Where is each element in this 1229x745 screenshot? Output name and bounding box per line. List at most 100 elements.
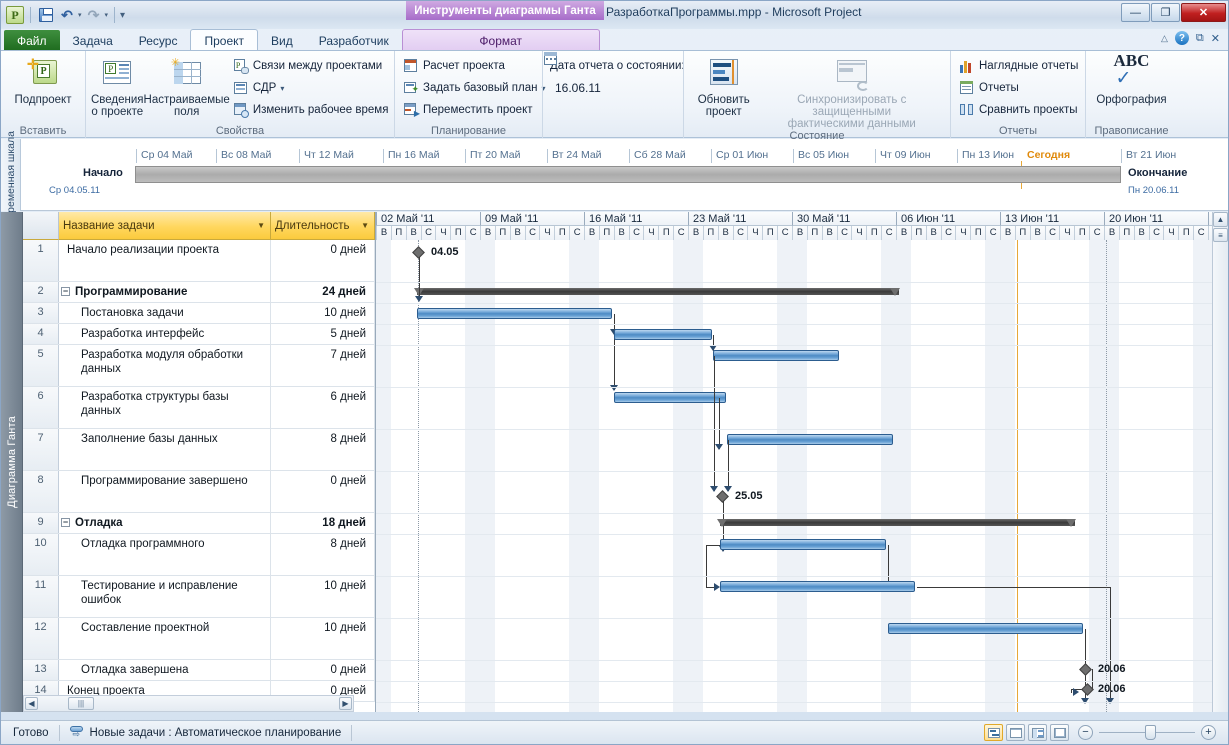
table-row[interactable]: 6 Разработка структуры базы данных 6 дне… <box>23 387 375 429</box>
gantt-chart[interactable]: 02 Май '11 09 Май '11 16 Май '11 23 Май … <box>376 212 1228 712</box>
collapse-ribbon-icon[interactable]: △ <box>1161 33 1168 44</box>
scroll-left-button[interactable]: ◀ <box>25 697 38 710</box>
close-button[interactable]: ✕ <box>1181 3 1226 22</box>
tab-project[interactable]: Проект <box>190 29 259 51</box>
row-task-name[interactable]: Разработка интерфейс <box>59 324 271 344</box>
row-task-name[interactable]: Составление проектной <box>59 618 271 659</box>
task-bar[interactable] <box>727 434 893 445</box>
row-duration[interactable]: 0 дней <box>271 471 375 512</box>
row-task-name[interactable]: − Программирование <box>59 282 271 302</box>
maximize-button[interactable]: ❐ <box>1151 3 1180 22</box>
table-row[interactable]: 4 Разработка интерфейс 5 дней <box>23 324 375 345</box>
minimize-button[interactable]: — <box>1121 3 1150 22</box>
row-task-name[interactable]: Отладка программного <box>59 534 271 575</box>
row-task-name[interactable]: Заполнение базы данных <box>59 429 271 470</box>
task-table[interactable]: Название задачи ▼ Длительность ▼ 1 Начал… <box>23 212 376 712</box>
calculate-project-button[interactable]: Расчет проекта <box>400 55 548 77</box>
quick-access-toolbar[interactable]: P ↶ ▾ ↷ ▾ ▾ <box>1 4 125 26</box>
scroll-thumb[interactable]: ||| <box>68 697 94 710</box>
undo-icon[interactable]: ↶ <box>58 6 76 24</box>
row-task-name[interactable]: Постановка задачи <box>59 303 271 323</box>
table-row[interactable]: 2 − Программирование 24 дней <box>23 282 375 303</box>
gantt-canvas[interactable]: 04.05 25.05 20.06 20.06 <box>376 240 1228 712</box>
scroll-up-button[interactable]: ▲ <box>1213 212 1228 227</box>
wbs-button[interactable]: СДР ▾ <box>230 77 392 99</box>
row-task-name[interactable]: Тестирование и исправление ошибок <box>59 576 271 617</box>
outline-collapse-icon[interactable]: − <box>61 518 70 527</box>
table-horizontal-scrollbar[interactable]: ◀ ||| ▶ <box>23 695 354 712</box>
view-side-label[interactable]: Диаграмма Ганта <box>1 212 23 712</box>
scroll-right-button[interactable]: ▶ <box>339 697 352 710</box>
column-filter-icon[interactable]: ▼ <box>257 221 265 230</box>
zoom-out-button[interactable]: − <box>1078 725 1093 740</box>
task-bar[interactable] <box>614 329 712 340</box>
timeline[interactable]: Ср 04 Май Вс 08 Май Чт 12 Май Пн 16 Май … <box>21 139 1228 211</box>
custom-fields-button[interactable]: ✳ Настраиваемые поля <box>144 54 230 118</box>
outline-collapse-icon[interactable]: − <box>61 287 70 296</box>
column-filter-icon[interactable]: ▼ <box>361 221 369 230</box>
close-document-icon[interactable]: ✕ <box>1211 32 1220 45</box>
help-icon[interactable]: ? <box>1174 31 1189 45</box>
row-task-name[interactable]: Начало реализации проекта <box>59 240 271 281</box>
undo-dropdown-icon[interactable]: ▾ <box>78 11 82 19</box>
timeline-project-bar[interactable] <box>135 166 1121 183</box>
summary-bar[interactable] <box>417 288 899 295</box>
task-bar[interactable] <box>720 581 915 592</box>
tab-file[interactable]: Файл <box>4 30 60 51</box>
redo-dropdown-icon[interactable]: ▾ <box>105 11 109 19</box>
task-bar[interactable] <box>614 392 726 403</box>
subproject-button[interactable]: P ✛ Подпроект <box>6 54 80 106</box>
table-row[interactable]: 13 Отладка завершена 0 дней <box>23 660 375 681</box>
row-duration[interactable]: 18 дней <box>271 513 375 533</box>
project-information-button[interactable]: P Сведения о проекте <box>91 54 144 118</box>
row-duration[interactable]: 0 дней <box>271 240 375 281</box>
row-duration[interactable]: 7 дней <box>271 345 375 386</box>
column-header-duration[interactable]: Длительность ▼ <box>271 212 375 240</box>
row-task-name[interactable]: − Отладка <box>59 513 271 533</box>
task-bar[interactable] <box>713 350 839 361</box>
tab-resource[interactable]: Ресурс <box>126 30 191 51</box>
tab-task[interactable]: Задача <box>60 30 126 51</box>
compare-projects-button[interactable]: Сравнить проекты <box>956 99 1081 121</box>
task-sheet-icon[interactable] <box>1006 724 1025 741</box>
row-task-name[interactable]: Разработка структуры базы данных <box>59 387 271 428</box>
task-bar[interactable] <box>720 539 886 550</box>
zoom-in-button[interactable]: + <box>1201 725 1216 740</box>
column-header-id[interactable] <box>23 212 59 240</box>
row-duration[interactable]: 5 дней <box>271 324 375 344</box>
table-row[interactable]: 7 Заполнение базы данных 8 дней <box>23 429 375 471</box>
task-bar[interactable] <box>888 623 1083 634</box>
zoom-slider-thumb[interactable] <box>1145 725 1156 740</box>
chart-vertical-scrollbar[interactable]: ▲ ≡ <box>1212 212 1228 712</box>
gantt-view-icon[interactable] <box>984 724 1003 741</box>
table-row[interactable]: 10 Отладка программного 8 дней <box>23 534 375 576</box>
window-controls[interactable]: — ❐ ✕ <box>1121 3 1226 22</box>
view-shortcuts[interactable]: − + <box>984 724 1228 741</box>
tab-format[interactable]: Формат <box>401 29 600 51</box>
visual-reports-button[interactable]: Наглядные отчеты <box>956 55 1081 77</box>
wbs-dropdown-icon[interactable]: ▾ <box>280 84 284 93</box>
links-between-projects-button[interactable]: P Связи между проектами <box>230 55 392 77</box>
update-project-button[interactable]: Обновить проект <box>689 54 758 118</box>
spelling-button[interactable]: ABC ✓ Орфография <box>1091 52 1172 106</box>
table-row[interactable]: 11 Тестирование и исправление ошибок 10 … <box>23 576 375 618</box>
column-header-task-name[interactable]: Название задачи ▼ <box>59 212 271 240</box>
row-duration[interactable]: 10 дней <box>271 303 375 323</box>
status-date-value[interactable]: 16.06.11 <box>555 81 601 95</box>
new-tasks-mode-button[interactable]: ⇨ Новые задачи : Автоматическое планиров… <box>69 726 341 739</box>
table-row[interactable]: 5 Разработка модуля обработки данных 7 д… <box>23 345 375 387</box>
restore-window-icon[interactable]: ⧉ <box>1196 32 1204 45</box>
redo-icon[interactable]: ↷ <box>85 6 103 24</box>
row-duration[interactable]: 10 дней <box>271 576 375 617</box>
tab-view[interactable]: Вид <box>258 30 306 51</box>
set-baseline-button[interactable]: ✦ Задать базовый план ▾ <box>400 77 548 99</box>
timeline-side-tab[interactable]: Временная шкала <box>1 131 21 219</box>
change-working-time-button[interactable]: Изменить рабочее время <box>230 99 392 121</box>
ribbon-tabs[interactable]: Файл Задача Ресурс Проект Вид Разработчи… <box>1 29 1228 51</box>
resource-sheet-icon[interactable] <box>1050 724 1069 741</box>
move-project-button[interactable]: ▶ Переместить проект <box>400 99 548 121</box>
row-duration[interactable]: 8 дней <box>271 534 375 575</box>
row-task-name[interactable]: Программирование завершено <box>59 471 271 512</box>
scroll-thumb[interactable]: ≡ <box>1213 228 1228 242</box>
reports-button[interactable]: Отчеты <box>956 77 1081 99</box>
